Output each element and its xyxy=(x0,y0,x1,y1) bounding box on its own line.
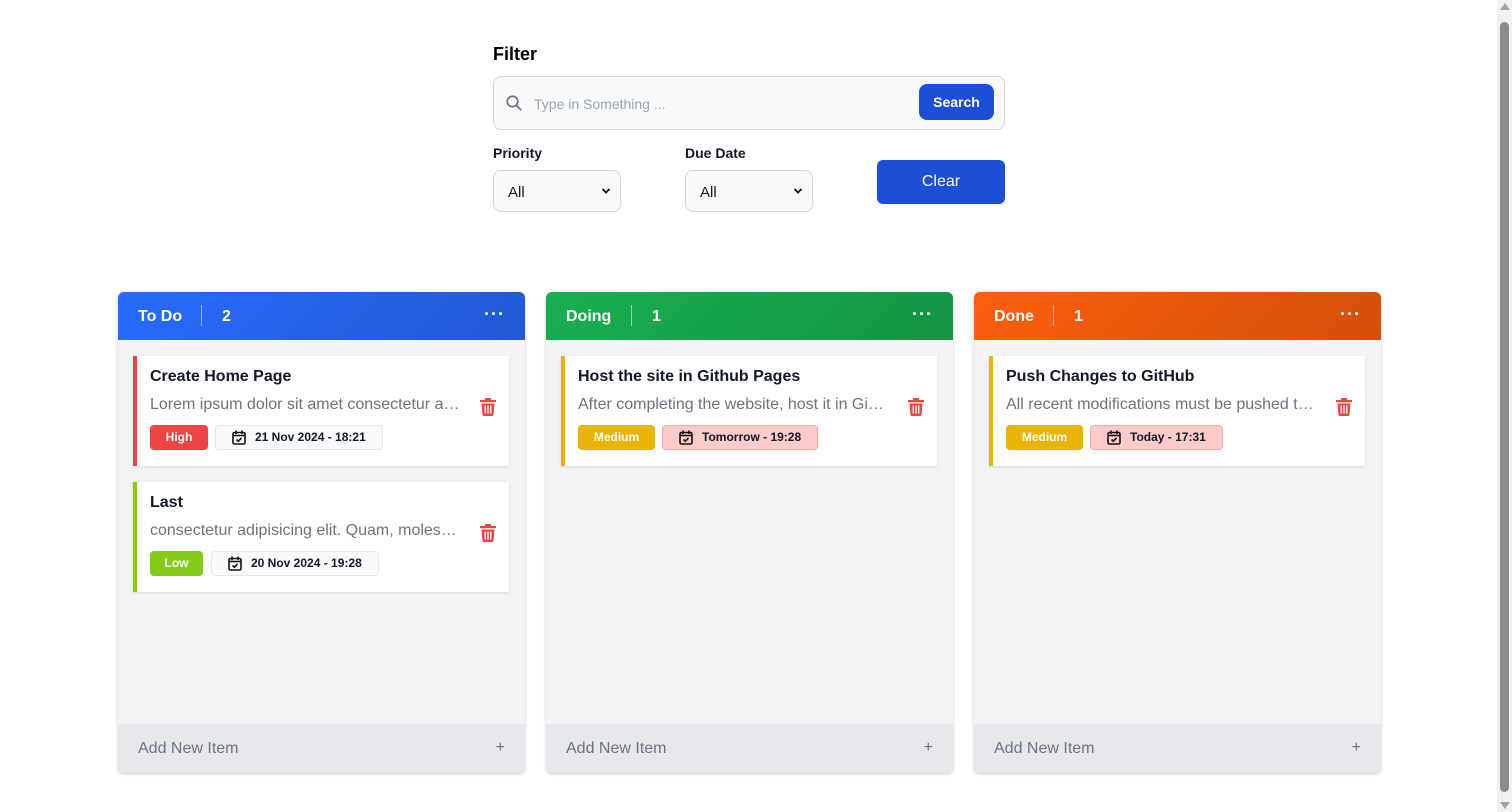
plus-icon: + xyxy=(1351,739,1361,756)
more-menu-icon[interactable]: ··· xyxy=(912,304,933,325)
filter-panel: Filter Search Priority All Due Date All … xyxy=(493,43,1005,227)
task-card[interactable]: Last consectetur adipisicing elit. Quam,… xyxy=(133,482,509,592)
column-title: To Do xyxy=(138,308,183,325)
card-description: After completing the website, host it in… xyxy=(578,396,888,413)
card-title: Host the site in Github Pages xyxy=(578,368,801,385)
trash-icon[interactable] xyxy=(480,524,496,542)
filter-row: Priority All Due Date All Clear xyxy=(493,145,1005,227)
due-date-select-value: All xyxy=(700,184,717,201)
due-date-chip: 21 Nov 2024 - 18:21 xyxy=(215,425,383,450)
filter-title: Filter xyxy=(493,44,538,64)
add-item-footer[interactable]: Add New Item + xyxy=(546,724,953,773)
priority-select-value: All xyxy=(508,184,525,201)
priority-badge: Medium xyxy=(1006,425,1083,450)
column-doing: Doing 1 ··· Host the site in Github Page… xyxy=(546,292,953,773)
due-date-label: Due Date xyxy=(685,145,746,161)
calendar-check-icon xyxy=(228,556,242,571)
priority-label: Priority xyxy=(493,145,543,161)
priority-bar xyxy=(989,356,993,466)
calendar-check-icon xyxy=(679,430,693,445)
column-header: Done 1 ··· xyxy=(974,292,1381,340)
search-button[interactable]: Search xyxy=(919,84,994,120)
priority-bar xyxy=(133,356,137,466)
header-divider xyxy=(631,305,632,326)
chevron-down-icon xyxy=(793,188,803,194)
due-date-select[interactable]: All xyxy=(685,170,813,212)
card-title: Last xyxy=(150,494,183,511)
task-card[interactable]: Push Changes to GitHub All recent modifi… xyxy=(989,356,1365,466)
due-date-text: Tomorrow - 19:28 xyxy=(702,430,802,444)
column-todo: To Do 2 ··· Create Home Page Lorem ipsum… xyxy=(118,292,525,773)
column-header: Doing 1 ··· xyxy=(546,292,953,340)
plus-icon: + xyxy=(495,739,505,756)
header-divider xyxy=(201,305,202,326)
add-item-footer[interactable]: Add New Item + xyxy=(118,724,525,773)
priority-bar xyxy=(561,356,565,466)
header-divider xyxy=(1053,305,1054,326)
more-menu-icon[interactable]: ··· xyxy=(1340,304,1361,325)
column-count: 1 xyxy=(652,308,661,325)
task-card[interactable]: Host the site in Github Pages After comp… xyxy=(561,356,937,466)
calendar-check-icon xyxy=(232,430,246,445)
clear-button[interactable]: Clear xyxy=(877,160,1005,204)
column-done: Done 1 ··· Push Changes to GitHub All re… xyxy=(974,292,1381,773)
priority-bar xyxy=(133,482,137,592)
scroll-up-arrow-icon[interactable] xyxy=(1500,3,1510,10)
card-description: consectetur adipisicing elit. Quam, mole… xyxy=(150,522,460,539)
priority-badge: Low xyxy=(150,551,203,576)
search-box: Search xyxy=(493,76,1005,130)
search-icon xyxy=(506,95,522,111)
search-input[interactable] xyxy=(534,91,904,117)
trash-icon[interactable] xyxy=(480,398,496,416)
more-menu-icon[interactable]: ··· xyxy=(484,304,505,325)
scroll-down-arrow-icon[interactable] xyxy=(1500,802,1510,809)
calendar-check-icon xyxy=(1107,430,1121,445)
column-header: To Do 2 ··· xyxy=(118,292,525,340)
due-date-text: 21 Nov 2024 - 18:21 xyxy=(255,430,366,444)
add-item-footer[interactable]: Add New Item + xyxy=(974,724,1381,773)
due-date-chip: Tomorrow - 19:28 xyxy=(662,425,819,450)
card-title: Create Home Page xyxy=(150,368,292,385)
card-title: Push Changes to GitHub xyxy=(1006,368,1195,385)
card-description: Lorem ipsum dolor sit amet consectetur a… xyxy=(150,396,460,413)
column-title: Done xyxy=(994,308,1034,325)
priority-badge: High xyxy=(150,425,208,450)
plus-icon: + xyxy=(923,739,933,756)
trash-icon[interactable] xyxy=(908,398,924,416)
column-count: 1 xyxy=(1074,308,1083,325)
add-item-label: Add New Item xyxy=(138,740,239,757)
due-date-filter: Due Date All xyxy=(685,145,813,212)
column-title: Doing xyxy=(566,308,612,325)
task-card[interactable]: Create Home Page Lorem ipsum dolor sit a… xyxy=(133,356,509,466)
due-date-chip: 20 Nov 2024 - 19:28 xyxy=(211,551,379,576)
add-item-label: Add New Item xyxy=(994,740,1095,757)
due-date-text: 20 Nov 2024 - 19:28 xyxy=(251,556,362,570)
priority-badge: Medium xyxy=(578,425,655,450)
priority-select[interactable]: All xyxy=(493,170,621,212)
due-date-text: Today - 17:31 xyxy=(1130,430,1206,444)
due-date-chip: Today - 17:31 xyxy=(1090,425,1223,450)
card-description: All recent modifications must be pushed … xyxy=(1006,396,1316,413)
add-item-label: Add New Item xyxy=(566,740,667,757)
priority-filter: Priority All xyxy=(493,145,621,212)
page-scrollbar[interactable] xyxy=(1497,0,1512,812)
trash-icon[interactable] xyxy=(1336,398,1352,416)
column-count: 2 xyxy=(222,308,231,325)
chevron-down-icon xyxy=(601,188,611,194)
scroll-thumb[interactable] xyxy=(1500,22,1509,792)
